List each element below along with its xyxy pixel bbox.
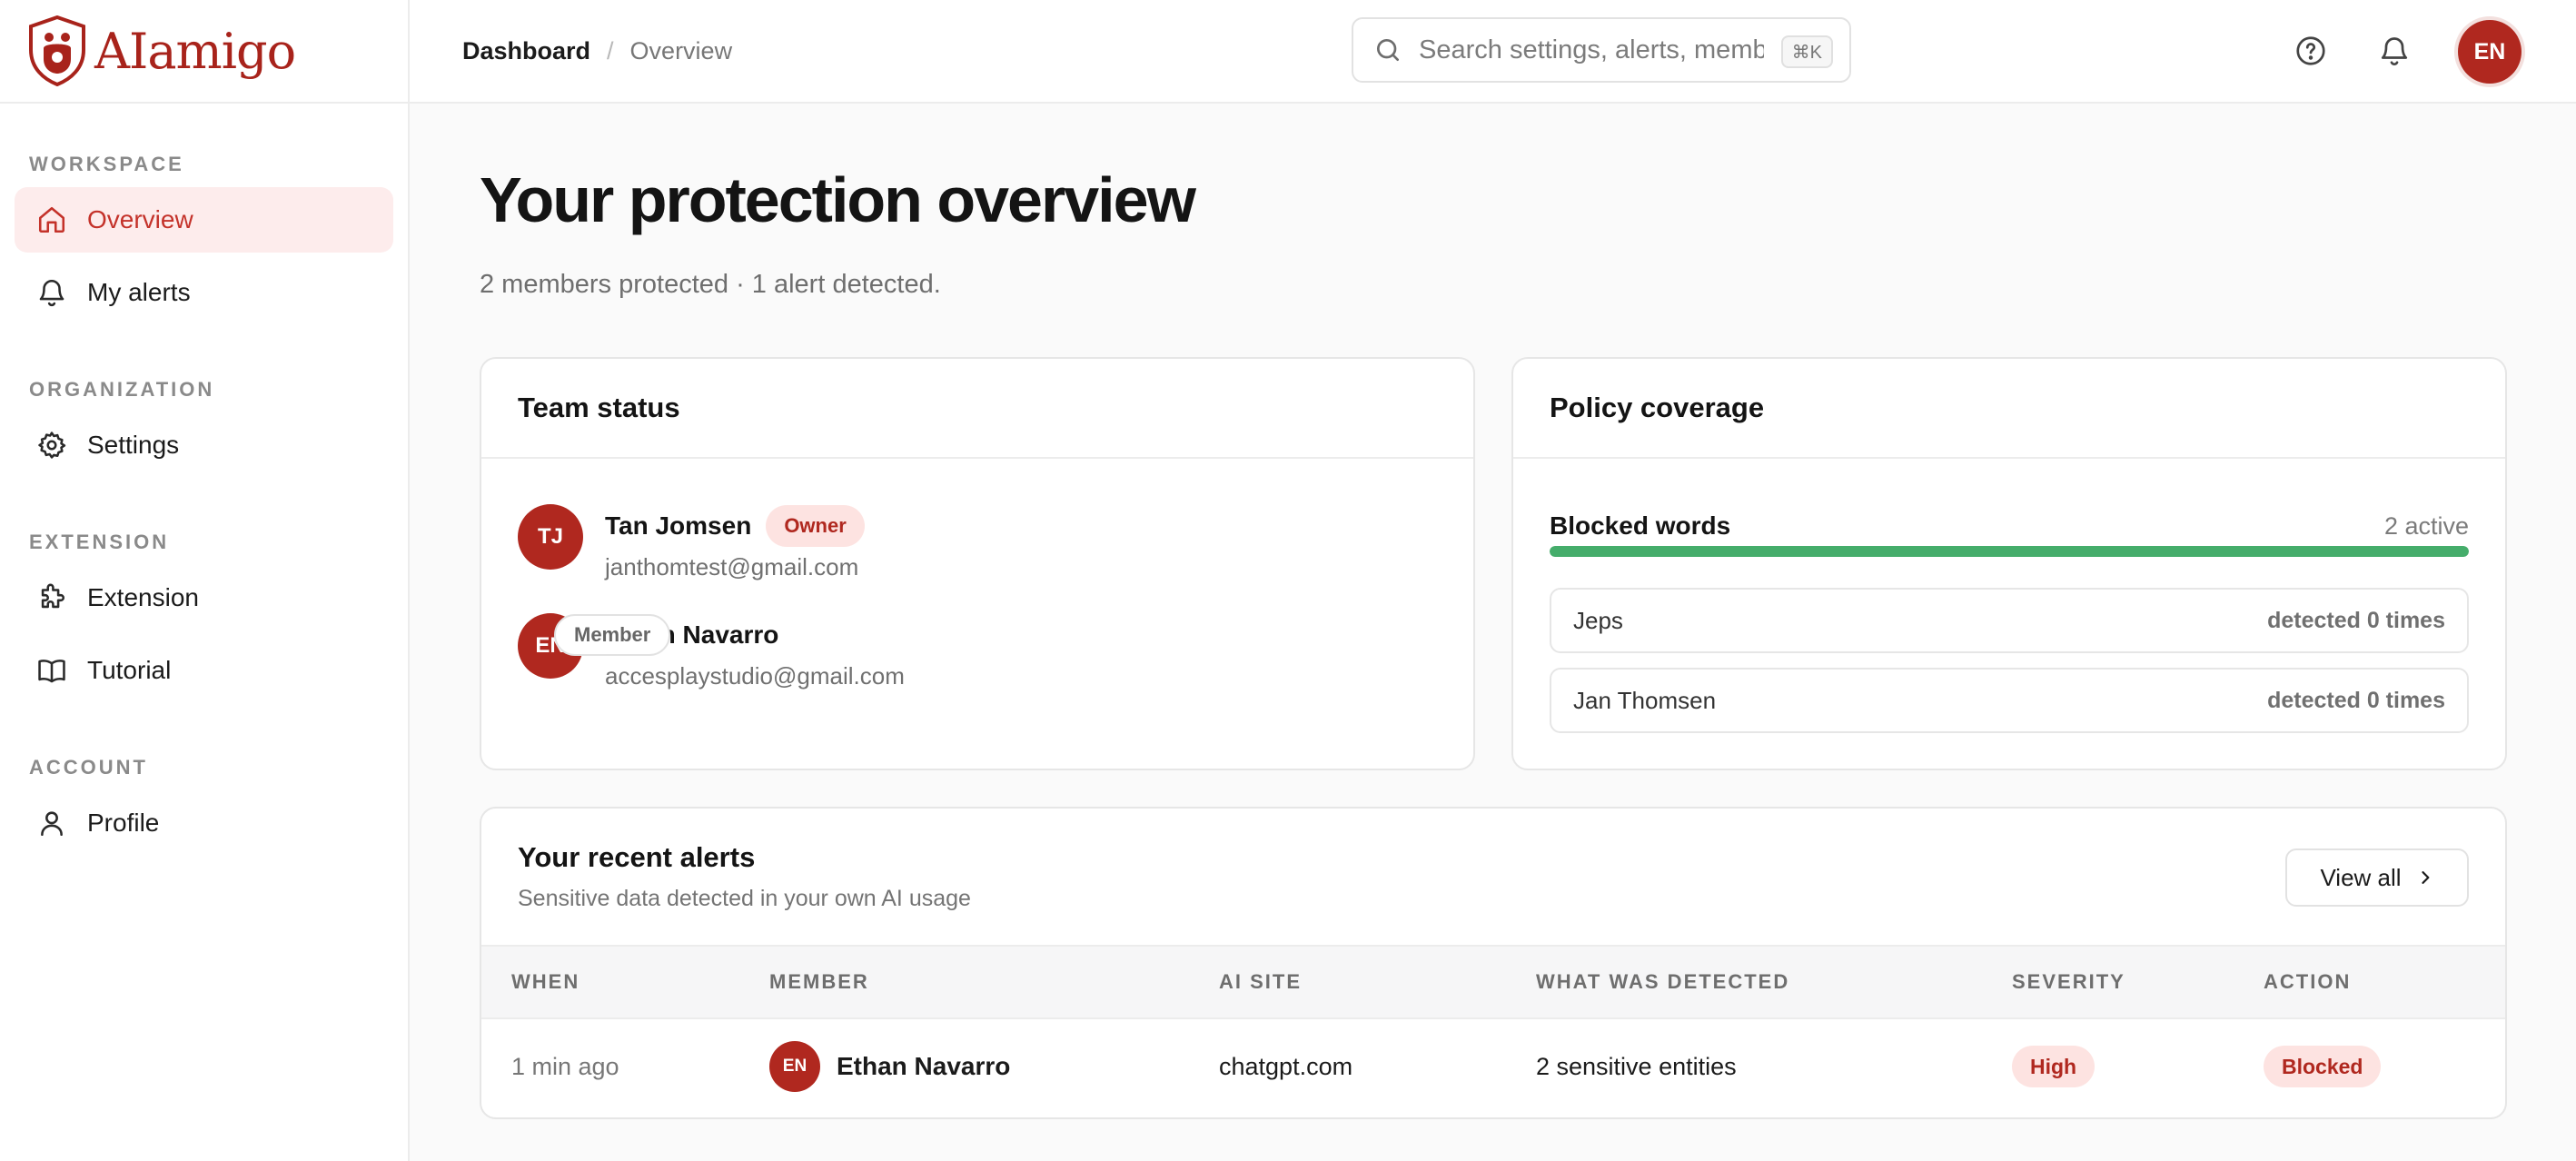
sidebar-item-label: Overview — [87, 205, 193, 233]
column-header-severity[interactable]: SEVERITY — [2012, 947, 2125, 1017]
view-all-label: View all — [2320, 863, 2402, 891]
member-row[interactable]: TJ Tan Jomsen Owner janthomtest@gmail.co… — [518, 504, 865, 581]
avatar: EN — [769, 1041, 820, 1092]
sidebar-item-my-alerts[interactable]: My alerts — [15, 260, 393, 325]
blocked-word-detections: detected 0 times — [2267, 687, 2445, 713]
page-title: Your protection overview — [480, 164, 1196, 235]
gear-icon — [38, 432, 66, 459]
recent-alerts-card: Your recent alerts Sensitive data detect… — [480, 807, 2507, 1119]
breadcrumb-root[interactable]: Dashboard — [462, 37, 590, 65]
sidebar-item-tutorial[interactable]: Tutorial — [15, 638, 393, 703]
severity-cell: High — [2012, 1019, 2095, 1114]
nav-organization: ORGANIZATION Settings — [0, 325, 408, 478]
page-subtitle: 2 members protected · 1 alert detected. — [480, 270, 941, 299]
sidebar-item-label: Settings — [87, 431, 180, 459]
blocked-word-row[interactable]: Jan Thomsen detected 0 times — [1550, 668, 2469, 733]
alert-member: EN Ethan Navarro — [769, 1019, 1010, 1114]
policy-coverage-title: Policy coverage — [1513, 359, 2505, 459]
home-icon — [38, 206, 65, 233]
book-icon — [38, 660, 65, 683]
alert-ai-site: chatgpt.com — [1219, 1052, 1353, 1080]
sidebar-item-label: Tutorial — [87, 656, 172, 684]
sidebar-item-label: Extension — [87, 583, 199, 611]
nav-workspace: WORKSPACE Overview My alerts — [0, 104, 408, 325]
breadcrumb-current: Overview — [629, 36, 733, 64]
logo-shield-icon — [29, 15, 85, 86]
sidebar-item-settings[interactable]: Settings — [15, 412, 393, 478]
section-label-extension: EXTENSION — [29, 531, 170, 553]
column-header-when[interactable]: WHEN — [511, 947, 580, 1017]
member-name: Tan Jomsen — [605, 511, 752, 540]
sidebar-item-overview[interactable]: Overview — [15, 187, 393, 253]
chevron-right-icon — [2421, 871, 2429, 884]
sidebar-item-label: My alerts — [87, 278, 191, 306]
view-all-button[interactable]: View all — [2285, 848, 2469, 907]
role-badge-member: Member — [554, 614, 671, 656]
blocked-words-count: 2 active — [2383, 511, 2469, 540]
sidebar-item-profile[interactable]: Profile — [15, 790, 393, 856]
blocked-word-detections: detected 0 times — [2267, 607, 2445, 633]
breadcrumb-separator: / — [607, 36, 614, 64]
alerts-table-header: WHEN MEMBER AI SITE WHAT WAS DETECTED SE… — [481, 945, 2505, 1019]
member-avatar: TJ — [518, 504, 583, 570]
sidebar: AIamigo WORKSPACE Overview My alerts ORG… — [0, 0, 410, 1161]
brand-name: AIamigo — [94, 22, 296, 80]
nav-extension: EXTENSION Extension Tutorial — [0, 478, 408, 703]
user-icon — [41, 811, 63, 837]
bell-icon — [2381, 37, 2408, 65]
column-header-action[interactable]: ACTION — [2264, 947, 2351, 1017]
alert-member-name: Ethan Navarro — [837, 1052, 1011, 1080]
coverage-progress-fill — [1550, 546, 2469, 557]
nav-account: ACCOUNT Profile — [0, 703, 408, 856]
section-label-workspace: WORKSPACE — [29, 153, 184, 175]
alert-when: 1 min ago — [511, 1052, 619, 1080]
section-label-account: ACCOUNT — [29, 756, 148, 779]
column-header-member[interactable]: MEMBER — [769, 947, 869, 1017]
coverage-progress-bar — [1550, 546, 2469, 557]
policy-coverage-card: Policy coverage Blocked words 2 active J… — [1511, 357, 2507, 770]
severity-badge: High — [2012, 1046, 2095, 1087]
alert-detected: 2 sensitive entities — [1536, 1052, 1737, 1080]
section-label-organization: ORGANIZATION — [29, 378, 215, 401]
action-badge: Blocked — [2264, 1046, 2382, 1087]
notifications-button[interactable] — [2374, 31, 2414, 71]
blocked-word: Jan Thomsen — [1573, 686, 1717, 714]
breadcrumb: Dashboard / Overview — [462, 37, 732, 65]
table-row[interactable]: 1 min ago EN Ethan Navarro chatgpt.com 2… — [481, 1019, 2505, 1114]
recent-alerts-subtitle: Sensitive data detected in your own AI u… — [518, 886, 971, 911]
sidebar-item-extension[interactable]: Extension — [15, 565, 393, 630]
role-badge-owner: Owner — [766, 505, 865, 547]
help-icon — [2296, 36, 2325, 65]
member-email: janthomtest@gmail.com — [605, 553, 859, 580]
logo[interactable]: AIamigo — [0, 0, 408, 104]
help-button[interactable] — [2291, 31, 2331, 71]
action-cell: Blocked — [2264, 1019, 2382, 1114]
member-row[interactable]: EN Ethan Navarro Member accesplaystudio@… — [518, 613, 905, 690]
blocked-words-summary: Blocked words 2 active — [1550, 511, 2469, 541]
user-avatar-button[interactable]: EN — [2458, 20, 2522, 84]
blocked-word: Jeps — [1573, 606, 1623, 634]
blocked-words-label: Blocked words — [1550, 511, 1731, 540]
column-header-ai-site[interactable]: AI SITE — [1219, 947, 1302, 1017]
puzzle-icon — [41, 583, 64, 609]
sidebar-item-label: Profile — [87, 809, 160, 837]
team-status-title: Team status — [481, 359, 1473, 459]
search-input[interactable] — [1419, 35, 1764, 65]
team-status-card: Team status TJ Tan Jomsen Owner janthomt… — [480, 357, 1475, 770]
column-header-detected[interactable]: WHAT WAS DETECTED — [1536, 947, 1789, 1017]
search-box[interactable]: ⌘K — [1352, 17, 1851, 83]
search-shortcut-hint: ⌘K — [1780, 35, 1833, 68]
search-icon — [1377, 39, 1399, 61]
member-email: accesplaystudio@gmail.com — [605, 662, 905, 690]
blocked-word-row[interactable]: Jeps detected 0 times — [1550, 588, 2469, 653]
recent-alerts-title: Your recent alerts — [518, 841, 756, 873]
bell-icon — [39, 280, 64, 307]
